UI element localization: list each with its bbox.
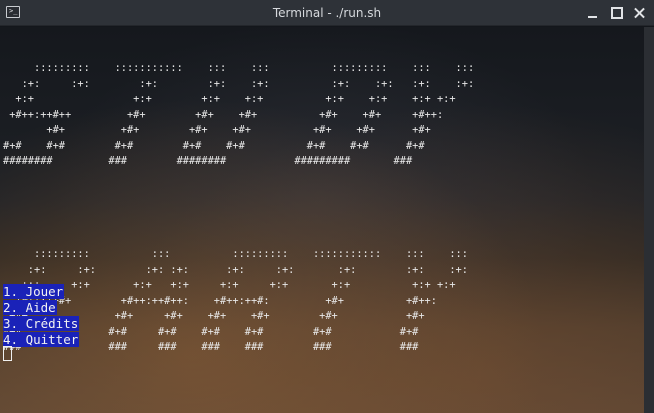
window-title: Terminal - ./run.sh — [272, 6, 382, 20]
terminal-window: >_ Terminal - ./run.sh ::::::::: :::::::… — [0, 0, 654, 413]
ascii-art-line-1: ::::::::: ::::::::::: ::: ::: ::::::::: … — [3, 62, 475, 167]
menu-item-aide[interactable]: 2. Aide — [3, 300, 79, 316]
scrollbar[interactable] — [644, 27, 654, 413]
terminal-content[interactable]: ::::::::: ::::::::::: ::: ::: ::::::::: … — [0, 27, 644, 413]
title-bar[interactable]: >_ Terminal - ./run.sh — [0, 0, 654, 26]
maximize-icon[interactable] — [608, 4, 626, 22]
menu-item-jouer[interactable]: 1. Jouer — [3, 284, 79, 300]
text-cursor — [3, 346, 12, 361]
main-menu: 1. Jouer 2. Aide 3. Crédits 4. Quitter — [3, 284, 80, 348]
menu-item-quitter[interactable]: 4. Quitter — [3, 332, 80, 348]
close-icon[interactable] — [631, 4, 649, 22]
minimize-icon[interactable] — [584, 4, 602, 22]
menu-item-credits[interactable]: 3. Crédits — [3, 316, 80, 332]
